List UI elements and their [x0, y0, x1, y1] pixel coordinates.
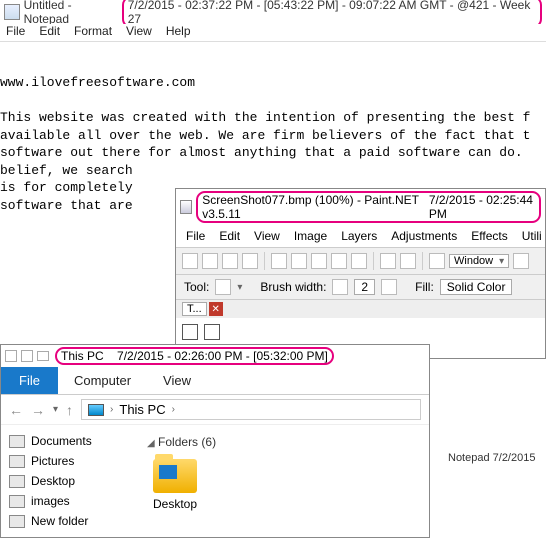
nav-forward-icon[interactable]: →	[31, 402, 45, 418]
save-icon[interactable]	[222, 253, 238, 269]
notepad-menu-help[interactable]: Help	[166, 24, 191, 41]
nav-recent-icon[interactable]: ▾	[53, 404, 58, 415]
documents-icon	[9, 435, 25, 448]
brush-width-value[interactable]: 2	[354, 279, 375, 295]
paintnet-app-icon	[180, 200, 192, 214]
explorer-title: This PC	[61, 349, 104, 363]
select-tool-icon[interactable]	[182, 324, 198, 340]
this-pc-icon	[88, 404, 104, 416]
deselect-icon[interactable]	[351, 253, 367, 269]
image-tab[interactable]: T...	[182, 302, 207, 316]
ribbon-computer-tab[interactable]: Computer	[58, 367, 147, 394]
notepad-title-prefix: Untitled - Notepad	[24, 0, 118, 26]
notepad-app-icon	[4, 4, 20, 20]
print-icon[interactable]	[242, 253, 258, 269]
pictures-icon	[9, 455, 25, 468]
undo-icon[interactable]	[380, 253, 396, 269]
crop-icon[interactable]	[331, 253, 347, 269]
qa-dropdown-icon[interactable]	[37, 351, 49, 361]
large-folder-icon	[153, 459, 197, 493]
explorer-sidebar: Documents Pictures Desktop images New fo…	[1, 425, 141, 537]
brush-plus-icon[interactable]	[381, 279, 397, 295]
fill-dropdown[interactable]: Solid Color	[440, 279, 513, 295]
ribbon-file-tab[interactable]: File	[1, 367, 58, 394]
zoom-icon[interactable]	[429, 253, 445, 269]
toolbar-extra-icon[interactable]	[513, 253, 529, 269]
pointer-tool-icon[interactable]	[204, 324, 220, 340]
folder-icon	[9, 495, 25, 508]
paint-menu-layers[interactable]: Layers	[341, 229, 377, 243]
breadcrumb[interactable]: This PC	[119, 402, 165, 417]
qa-properties-icon[interactable]	[21, 350, 33, 362]
tool-label: Tool:	[184, 280, 209, 294]
nav-back-icon[interactable]: ←	[9, 402, 23, 418]
notepad-menu-file[interactable]: File	[6, 24, 25, 41]
explorer-title-clock: 7/2/2015 - 02:26:00 PM - [05:32:00 PM]	[117, 349, 328, 363]
new-icon[interactable]	[182, 253, 198, 269]
tab-close-icon[interactable]: ✕	[209, 302, 223, 316]
folder-desktop[interactable]: Desktop	[147, 453, 203, 517]
paintnet-title-clock: 7/2/2015 - 02:25:44 PM	[429, 193, 535, 221]
paintnet-window: ScreenShot077.bmp (100%) - Paint.NET v3.…	[175, 188, 546, 359]
paste-icon[interactable]	[311, 253, 327, 269]
folders-header: Folders (6)	[158, 435, 216, 449]
sidebar-item-pictures[interactable]: Pictures	[9, 451, 133, 471]
paint-menu-utilities[interactable]: Utili	[522, 229, 542, 243]
cut-icon[interactable]	[271, 253, 287, 269]
notepad-menu-edit[interactable]: Edit	[39, 24, 60, 41]
brush-minus-icon[interactable]	[332, 279, 348, 295]
window-dropdown[interactable]: Window▾	[449, 254, 509, 268]
address-bar[interactable]: › This PC ›	[81, 399, 421, 420]
sidebar-item-desktop[interactable]: Desktop	[9, 471, 133, 491]
qa-checkbox-icon[interactable]	[5, 350, 17, 362]
ribbon-view-tab[interactable]: View	[147, 367, 207, 394]
collapse-icon[interactable]: ◢	[147, 438, 155, 449]
nav-up-icon[interactable]: ↑	[66, 402, 73, 418]
paint-menu-effects[interactable]: Effects	[471, 229, 507, 243]
notepad-menu-view[interactable]: View	[126, 24, 152, 41]
sidebar-item-images[interactable]: images	[9, 491, 133, 511]
paint-menu-adjustments[interactable]: Adjustments	[391, 229, 457, 243]
fill-label: Fill:	[415, 280, 434, 294]
sidebar-item-newfolder[interactable]: New folder	[9, 511, 133, 531]
paint-menu-file[interactable]: File	[186, 229, 205, 243]
paintnet-title: ScreenShot077.bmp (100%) - Paint.NET v3.…	[202, 193, 421, 221]
redo-icon[interactable]	[400, 253, 416, 269]
taskbar-peek: Notepad 7/2/2015	[448, 452, 535, 464]
paint-menu-image[interactable]: Image	[294, 229, 327, 243]
sidebar-item-documents[interactable]: Documents	[9, 431, 133, 451]
paint-menu-view[interactable]: View	[254, 229, 280, 243]
brush-width-label: Brush width:	[260, 280, 326, 294]
desktop-icon	[9, 475, 25, 488]
open-icon[interactable]	[202, 253, 218, 269]
explorer-window: This PC 7/2/2015 - 02:26:00 PM - [05:32:…	[0, 344, 430, 538]
folder-icon	[9, 515, 25, 528]
paint-menu-edit[interactable]: Edit	[219, 229, 240, 243]
copy-icon[interactable]	[291, 253, 307, 269]
notepad-menu-format[interactable]: Format	[74, 24, 112, 41]
brush-tool-icon[interactable]	[215, 279, 231, 295]
